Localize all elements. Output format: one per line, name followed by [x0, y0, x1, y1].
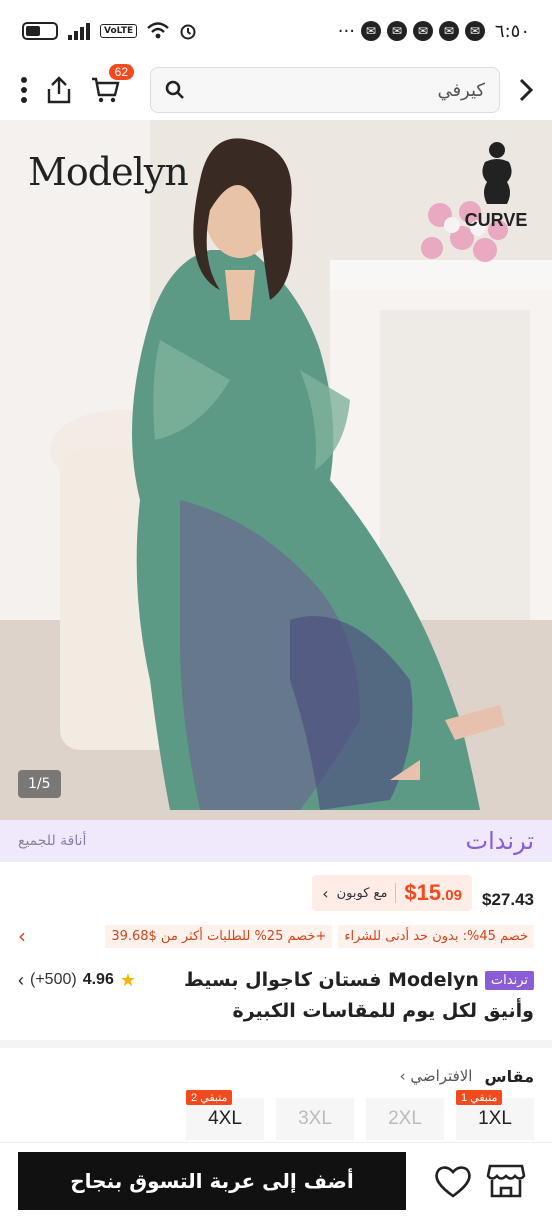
chevron-left-icon[interactable]: ‹ — [18, 924, 26, 948]
status-bar: VoLTE ··· ✉ ✉ ✉ ✉ ✉ ٦:٥٠ — [0, 0, 552, 62]
default-size-label: الافتراضي — [410, 1067, 473, 1085]
size-title: مقاس — [484, 1066, 534, 1086]
messenger-icon: ✉ — [412, 21, 433, 41]
messenger-icon: ✉ — [360, 21, 381, 41]
search-input[interactable]: كيرفي — [195, 80, 485, 101]
size-label: 2XL — [388, 1108, 422, 1129]
more-vertical-icon — [21, 77, 27, 103]
title-line: ‹ (+500) 4.96 ★ ترندات Modelyn فستان كاج… — [18, 964, 534, 996]
share-icon — [47, 76, 71, 104]
star-icon: ★ — [119, 969, 136, 990]
search-icon — [165, 80, 184, 99]
status-icons-left: VoLTE — [22, 22, 197, 40]
stock-left-badge: متبقي 2 — [186, 1090, 233, 1105]
coupon-divider — [395, 883, 397, 903]
coupon-price-box[interactable]: ‹ مع كوبون $15.09 — [312, 875, 472, 911]
cart-icon — [92, 77, 120, 103]
size-option-2xl[interactable]: 2XL — [366, 1098, 444, 1140]
trend-banner[interactable]: أناقة للجميع ترندات — [0, 820, 552, 862]
size-options: متبقي 2 4XL 3XL 2XL متبقي 1 1XL — [0, 1090, 552, 1142]
bottom-action-bar: أضف إلى عربة التسوق بنجاح — [0, 1142, 552, 1218]
chevron-left-icon: ‹ — [322, 883, 329, 903]
product-title-line2: وأنيق لكل يوم للمقاسات الكبيرة — [232, 1000, 534, 1022]
alarm-icon — [180, 24, 196, 40]
coupon-label: مع كوبون — [336, 885, 388, 901]
signal-icon — [68, 22, 90, 40]
bottom-icons — [426, 1162, 532, 1200]
size-label: 1XL — [478, 1108, 512, 1129]
curve-label: CURVE — [464, 210, 528, 230]
status-icons-right: ··· ✉ ✉ ✉ ✉ ✉ ٦:٥٠ — [338, 21, 530, 42]
status-time: ٦:٥٠ — [494, 20, 530, 42]
more-notifications-icon: ··· — [337, 20, 355, 42]
product-image[interactable]: Modelyn CURVE 1/5 — [0, 120, 552, 820]
trend-tag: ترندات — [484, 970, 534, 990]
curve-silhouette-icon — [482, 142, 512, 204]
rating-score: 4.96 — [82, 971, 114, 988]
cart-button[interactable]: 62 — [90, 64, 134, 104]
original-price: $27.43 — [482, 890, 534, 909]
share-button[interactable] — [46, 76, 72, 104]
messenger-icon: ✉ — [386, 21, 407, 41]
battery-icon — [22, 22, 58, 40]
order-discount-chip: خصم 25% للطلبات أكثر من $39.68+ — [105, 924, 333, 948]
product-title: ترندات Modelyn فستان كاجوال بسيط — [184, 969, 534, 991]
default-size-link[interactable]: ‹ الافتراضي — [400, 1067, 473, 1085]
trend-subtitle: أناقة للجميع — [18, 833, 87, 849]
product-title-line1: Modelyn فستان كاجوال بسيط — [183, 969, 479, 991]
promo-row[interactable]: ‹ خصم 25% للطلبات أكثر من $39.68+ خصم 45… — [0, 920, 552, 952]
wifi-icon — [147, 22, 170, 39]
size-option-4xl[interactable]: متبقي 2 4XL — [186, 1090, 264, 1140]
image-pager: 1/5 — [18, 770, 61, 798]
search-bar[interactable]: كيرفي — [150, 67, 500, 113]
cart-count-badge: 62 — [108, 64, 134, 80]
section-divider — [0, 1040, 552, 1048]
add-to-cart-button[interactable]: أضف إلى عربة التسوق بنجاح — [18, 1151, 406, 1210]
more-menu-button[interactable] — [20, 76, 28, 104]
brand-logo: Modelyn — [28, 150, 189, 194]
sale-price-main: $15 — [404, 880, 442, 905]
sale-price-cents: .09 — [441, 887, 462, 904]
chevron-left-icon: ‹ — [399, 1067, 411, 1085]
curve-badge: CURVE — [460, 140, 532, 231]
size-label: 3XL — [298, 1108, 332, 1129]
size-option-3xl[interactable]: 3XL — [276, 1098, 354, 1140]
volte-icon: VoLTE — [100, 24, 138, 38]
heart-icon[interactable] — [433, 1163, 473, 1199]
size-header: ‹ الافتراضي مقاس — [0, 1062, 552, 1090]
top-bar: 62 كيرفي — [0, 62, 552, 118]
stock-left-badge: متبقي 1 — [456, 1090, 503, 1105]
store-icon[interactable] — [486, 1162, 526, 1200]
chevron-right-icon — [519, 78, 534, 102]
review-count: (+500) — [30, 971, 77, 988]
back-button[interactable] — [518, 77, 534, 103]
sale-price: $15.09 — [404, 880, 462, 906]
price-row: ‹ مع كوبون $15.09 $27.43 — [0, 872, 552, 914]
trend-title: ترندات — [465, 827, 534, 855]
messenger-icon: ✉ — [438, 21, 459, 41]
chevron-left-icon: ‹ — [18, 969, 24, 990]
rating-summary[interactable]: ‹ (+500) 4.96 ★ — [18, 970, 136, 991]
size-option-1xl[interactable]: متبقي 1 1XL — [456, 1090, 534, 1140]
discount-chip: خصم 45%: بدون حد أدنى للشراء — [338, 924, 534, 948]
size-label: 4XL — [208, 1108, 242, 1129]
messenger-icon: ✉ — [464, 21, 485, 41]
product-title-block: ‹ (+500) 4.96 ★ ترندات Modelyn فستان كاج… — [0, 964, 552, 1022]
